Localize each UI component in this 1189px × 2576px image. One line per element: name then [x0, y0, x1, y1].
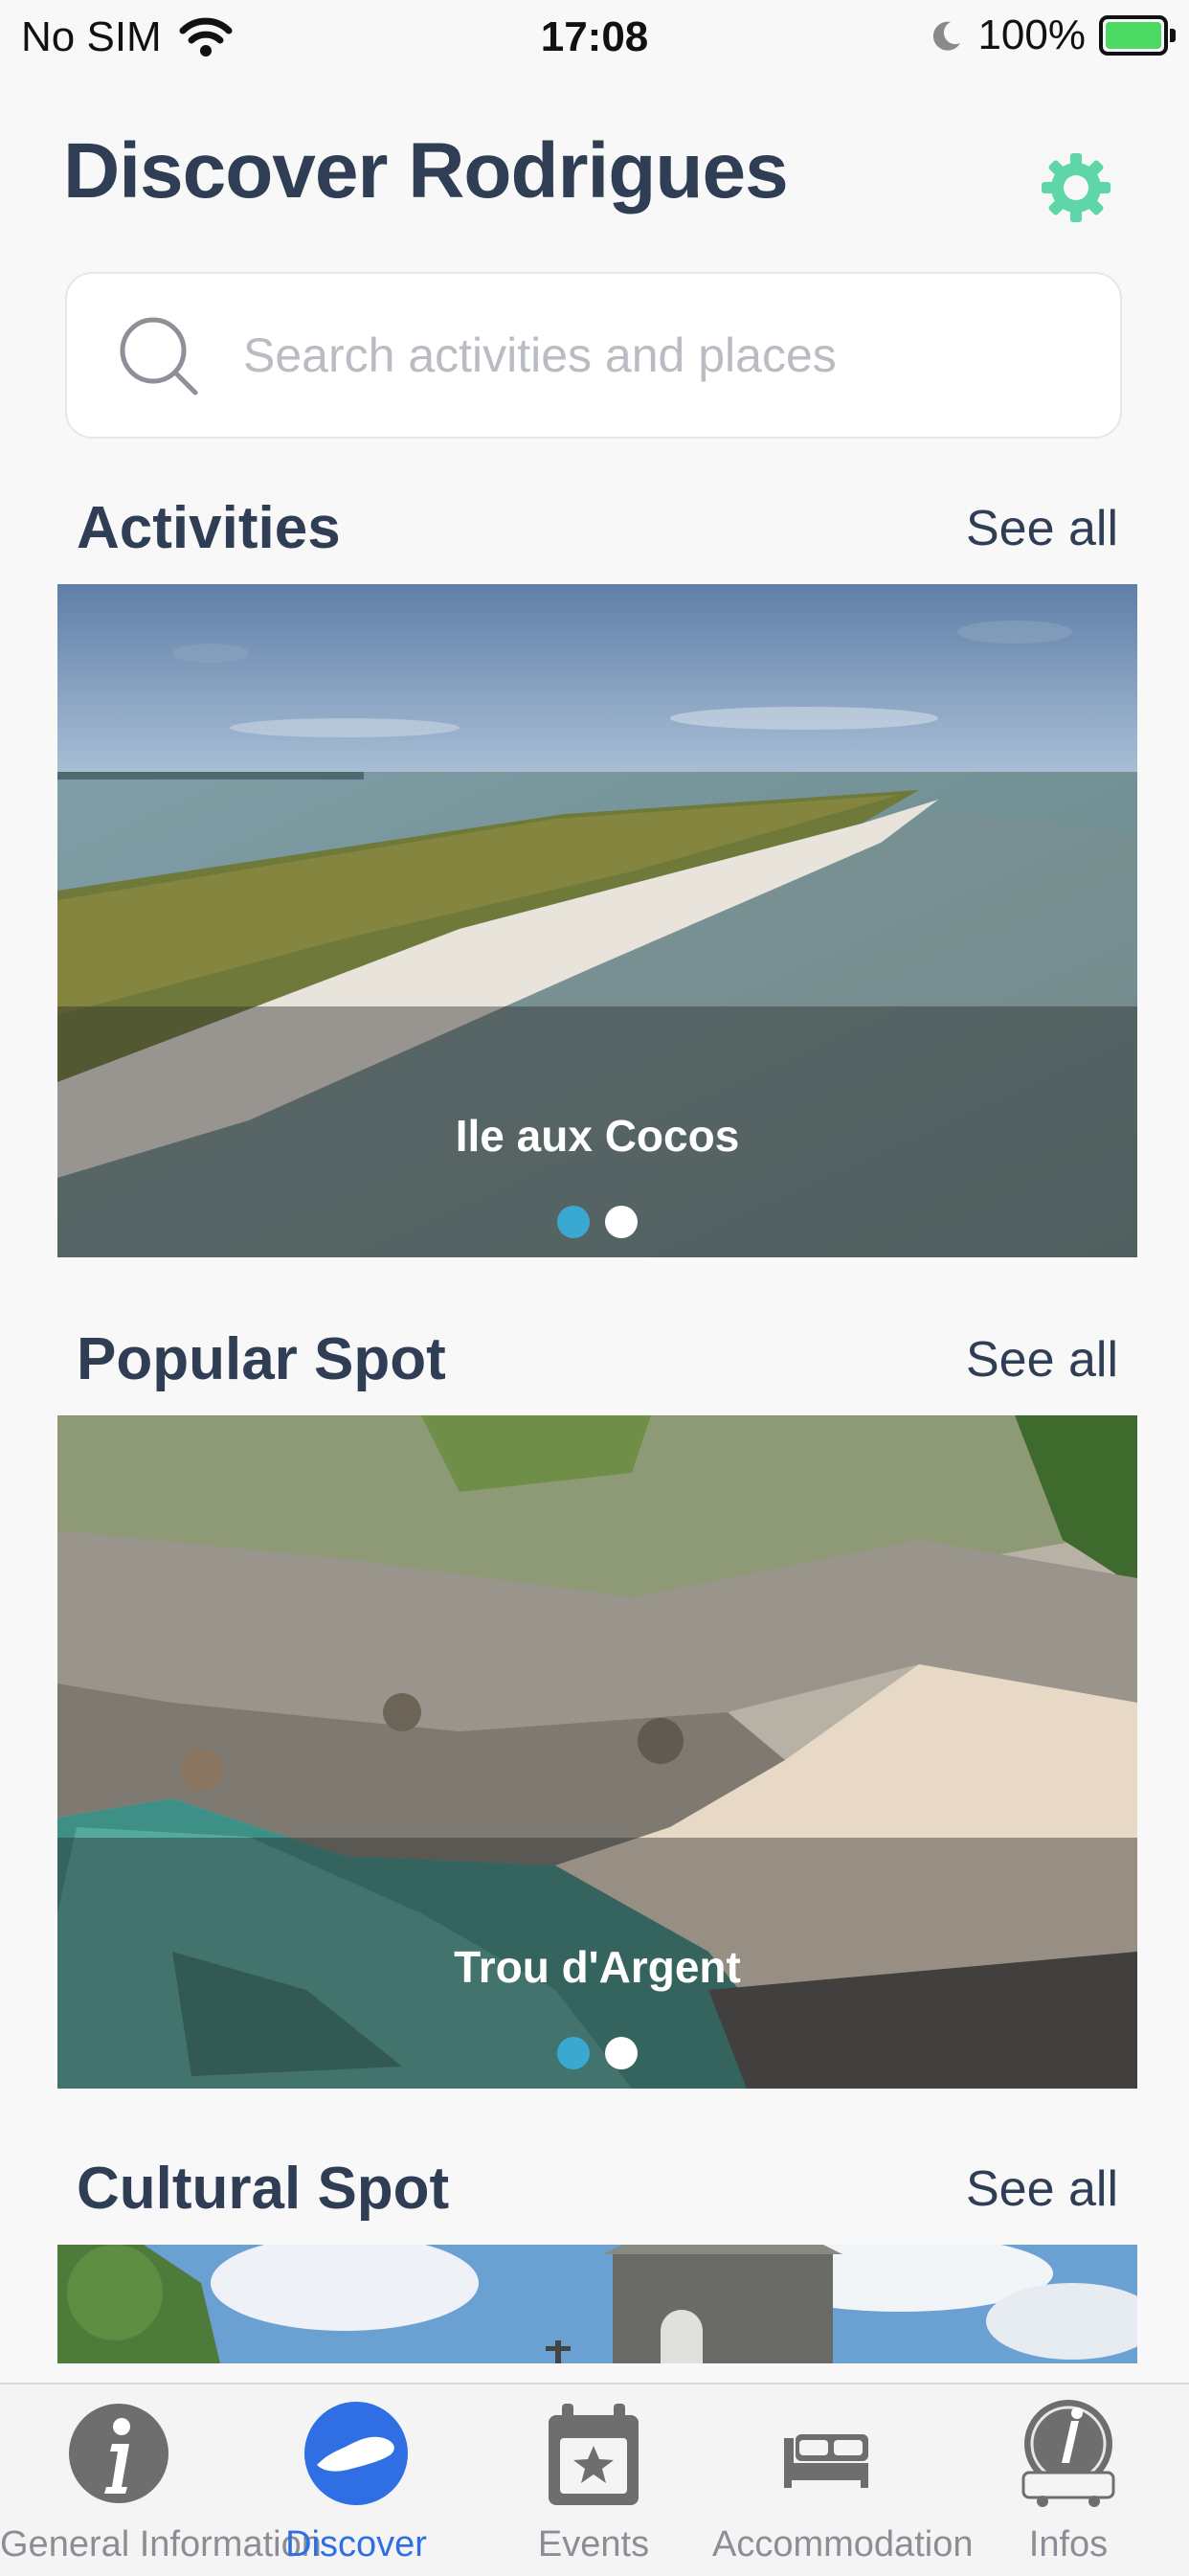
- gear-icon[interactable]: [1042, 153, 1110, 222]
- tab-label: Infos: [1028, 2524, 1109, 2565]
- bus-info-icon: [1021, 2400, 1115, 2507]
- calendar-star-icon: [549, 2404, 639, 2505]
- battery-percent: 100%: [977, 11, 1086, 58]
- tab-label: Events: [537, 2524, 650, 2565]
- carousel-dot[interactable]: [557, 2037, 590, 2069]
- see-all-popular-spot-link[interactable]: See all: [966, 1331, 1118, 1389]
- cultural-spot-carousel-card[interactable]: [57, 2245, 1137, 2363]
- tab-accommodation[interactable]: Accommodation: [712, 2384, 974, 2576]
- tab-label: Accommodation: [712, 2524, 974, 2565]
- page-title: Discover Rodrigues: [63, 127, 789, 215]
- search-input[interactable]: [241, 327, 1068, 384]
- battery-icon: [1099, 15, 1176, 56]
- tab-infos[interactable]: Infos: [950, 2384, 1187, 2576]
- popular-spot-carousel-card[interactable]: Trou d'Argent: [57, 1415, 1137, 2089]
- search-bar[interactable]: [65, 272, 1122, 439]
- status-bar: No SIM 17:08 100%: [0, 0, 1189, 80]
- card-caption: Ile aux Cocos: [455, 1111, 740, 1161]
- see-all-cultural-spot-link[interactable]: See all: [966, 2160, 1118, 2218]
- carousel-dots[interactable]: [57, 1206, 1137, 1238]
- bed-icon: [784, 2434, 868, 2488]
- tab-events[interactable]: Events: [475, 2384, 712, 2576]
- card-caption: Trou d'Argent: [454, 1942, 741, 1992]
- church-photo: [57, 2245, 1137, 2363]
- tab-bar: General Information Discover Events Acco…: [0, 2383, 1189, 2576]
- tab-label: General Information: [0, 2524, 322, 2565]
- section-title-popular-spot: Popular Spot: [77, 1326, 446, 1392]
- section-title-activities: Activities: [77, 495, 341, 561]
- carousel-dot[interactable]: [557, 1206, 590, 1238]
- section-title-cultural-spot: Cultural Spot: [77, 2156, 450, 2222]
- carousel-dot[interactable]: [605, 2037, 638, 2069]
- activities-carousel-card[interactable]: Ile aux Cocos: [57, 584, 1137, 1257]
- tab-discover[interactable]: Discover: [237, 2384, 475, 2576]
- tab-general-information[interactable]: General Information: [0, 2384, 322, 2576]
- carousel-dot[interactable]: [605, 1206, 638, 1238]
- tab-label: Discover: [285, 2524, 427, 2565]
- carousel-dots[interactable]: [57, 2037, 1137, 2069]
- moon-icon: [933, 21, 961, 51]
- island-icon: [304, 2402, 408, 2505]
- search-icon: [120, 317, 198, 395]
- info-icon: [69, 2404, 168, 2503]
- see-all-activities-link[interactable]: See all: [966, 500, 1118, 557]
